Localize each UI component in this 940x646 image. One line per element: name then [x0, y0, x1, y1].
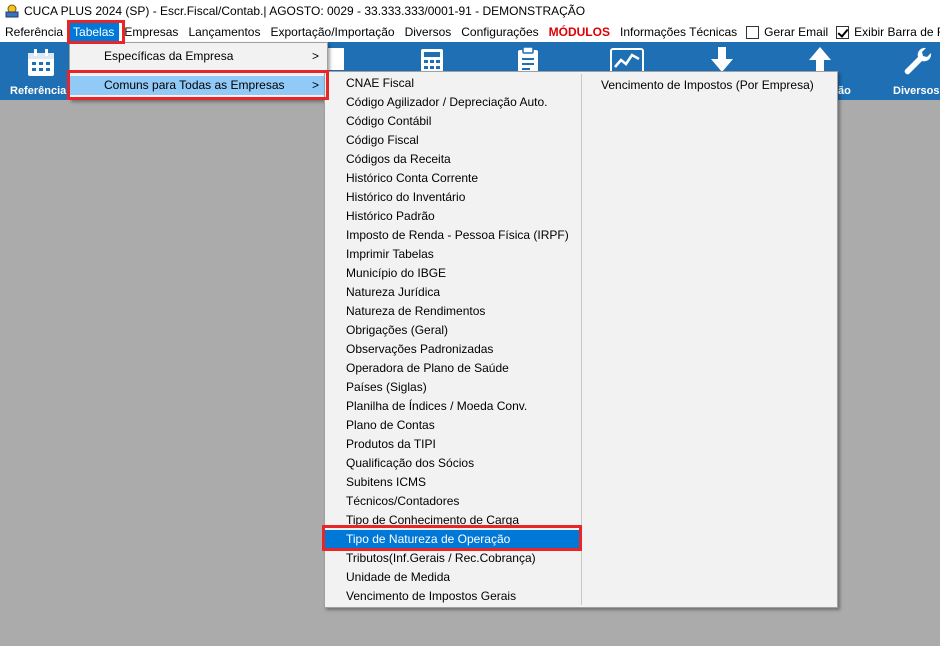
chevron-right-icon: >: [311, 49, 319, 63]
toolbar-diversos-label: Diversos: [893, 85, 940, 97]
tabelas-dropdown: Específicas da Empresa > Comuns para Tod…: [69, 42, 328, 100]
menu-empresas[interactable]: Empresas: [119, 22, 183, 42]
menu-item-imposto-renda-irpf[interactable]: Imposto de Renda - Pessoa Física (IRPF): [325, 226, 580, 245]
arrow-down-icon: [711, 47, 733, 72]
menu-diversos[interactable]: Diversos: [400, 22, 457, 42]
menu-item-codigos-receita[interactable]: Códigos da Receita: [325, 150, 580, 169]
menu-item-imprimir-tabelas[interactable]: Imprimir Tabelas: [325, 245, 580, 264]
menu-item-tipo-conhecimento-carga[interactable]: Tipo de Conhecimento de Carga: [325, 511, 580, 530]
menu-item-tipo-natureza-operacao[interactable]: Tipo de Natureza de Operação: [325, 530, 580, 549]
menu-tabelas[interactable]: Tabelas: [68, 22, 120, 42]
menu-item-planilha-indices[interactable]: Planilha de Índices / Moeda Conv.: [325, 397, 580, 416]
menu-item-codigo-agilizador[interactable]: Código Agilizador / Depreciação Auto.: [325, 93, 580, 112]
menu-item-municipio-ibge[interactable]: Município do IBGE: [325, 264, 580, 283]
menu-item-historico-inventario[interactable]: Histórico do Inventário: [325, 188, 580, 207]
toolbar-referencia-label: Referência: [10, 85, 67, 97]
menu-item-natureza-juridica[interactable]: Natureza Jurídica: [325, 283, 580, 302]
menu-comuns-todas-empresas[interactable]: Comuns para Todas as Empresas >: [70, 76, 327, 95]
comuns-submenu: CNAE Fiscal Código Agilizador / Deprecia…: [324, 71, 838, 608]
app-logo-icon: [4, 4, 20, 18]
menu-item-observacoes-padronizadas[interactable]: Observações Padronizadas: [325, 340, 580, 359]
menu-item-tributos[interactable]: Tributos(Inf.Gerais / Rec.Cobrança): [325, 549, 580, 568]
checkbox-checked-icon[interactable]: [836, 25, 850, 39]
toolbar-diversos-button[interactable]: Diversos: [884, 42, 940, 100]
menu-item-codigo-fiscal[interactable]: Código Fiscal: [325, 131, 580, 150]
menu-item-obrigacoes-geral[interactable]: Obrigações (Geral): [325, 321, 580, 340]
menu-item-natureza-rendimentos[interactable]: Natureza de Rendimentos: [325, 302, 580, 321]
calendar-icon: [28, 49, 54, 76]
menu-item-codigo-contabil[interactable]: Código Contábil: [325, 112, 580, 131]
especificas-empresa-label: Específicas da Empresa: [104, 49, 234, 63]
menu-informacoes-tecnicas[interactable]: Informações Técnicas: [615, 22, 742, 42]
menu-bar: Referência Tabelas Empresas Lançamentos …: [0, 22, 940, 42]
title-bar: CUCA PLUS 2024 (SP) - Escr.Fiscal/Contab…: [0, 0, 940, 22]
menu-especificas-empresa[interactable]: Específicas da Empresa >: [70, 47, 327, 66]
menu-item-cnae-fiscal[interactable]: CNAE Fiscal: [325, 74, 580, 93]
menu-item-vencimento-impostos-gerais[interactable]: Vencimento de Impostos Gerais: [325, 587, 580, 606]
menu-item-unidade-medida[interactable]: Unidade de Medida: [325, 568, 580, 587]
menu-item-subitens-icms[interactable]: Subitens ICMS: [325, 473, 580, 492]
menu-configuracoes[interactable]: Configurações: [456, 22, 543, 42]
exibir-barra-checkbox[interactable]: Exibir Barra de F: [832, 22, 940, 42]
wrench-icon: [904, 47, 932, 75]
comuns-todas-empresas-label: Comuns para Todas as Empresas: [104, 78, 285, 92]
menu-item-vencimento-impostos-empresa[interactable]: Vencimento de Impostos (Por Empresa): [581, 76, 836, 95]
menu-item-historico-conta-corrente[interactable]: Histórico Conta Corrente: [325, 169, 580, 188]
menu-item-historico-padrao[interactable]: Histórico Padrão: [325, 207, 580, 226]
gerar-email-label: Gerar Email: [764, 25, 829, 39]
menu-item-plano-contas[interactable]: Plano de Contas: [325, 416, 580, 435]
checkbox-icon[interactable]: [746, 25, 760, 39]
gerar-email-checkbox[interactable]: Gerar Email: [742, 22, 832, 42]
chevron-right-icon: >: [311, 78, 319, 92]
column-divider: [581, 74, 582, 605]
window-title: CUCA PLUS 2024 (SP) - Escr.Fiscal/Contab…: [24, 4, 586, 18]
arrow-up-icon: [809, 47, 831, 72]
menu-item-operadora-plano-saude[interactable]: Operadora de Plano de Saúde: [325, 359, 580, 378]
menu-modulos[interactable]: MÓDULOS: [544, 22, 615, 42]
menu-referencia[interactable]: Referência: [0, 22, 68, 42]
menu-item-qualificacao-socios[interactable]: Qualificação dos Sócios: [325, 454, 580, 473]
menu-item-paises-siglas[interactable]: Países (Siglas): [325, 378, 580, 397]
menu-exportacao-importacao[interactable]: Exportação/Importação: [265, 22, 399, 42]
menu-item-produtos-tipi[interactable]: Produtos da TIPI: [325, 435, 580, 454]
exibir-barra-label: Exibir Barra de F: [854, 25, 940, 39]
menu-item-tecnicos-contadores[interactable]: Técnicos/Contadores: [325, 492, 580, 511]
toolbar-export-label: ão: [838, 85, 851, 97]
menu-lancamentos[interactable]: Lançamentos: [183, 22, 265, 42]
